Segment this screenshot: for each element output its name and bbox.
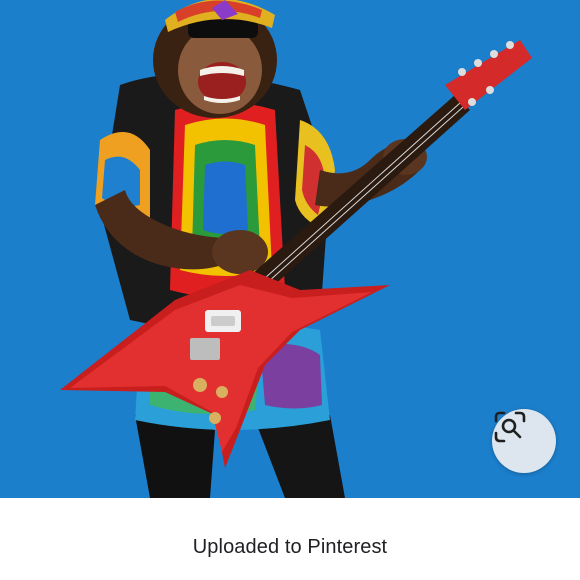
visual-search-button[interactable] (492, 409, 556, 473)
image-viewer: Uploaded to Pinterest (0, 0, 580, 580)
visual-search-icon (494, 411, 526, 443)
image-source-caption: Uploaded to Pinterest (192, 536, 388, 558)
result-image[interactable] (0, 0, 580, 498)
